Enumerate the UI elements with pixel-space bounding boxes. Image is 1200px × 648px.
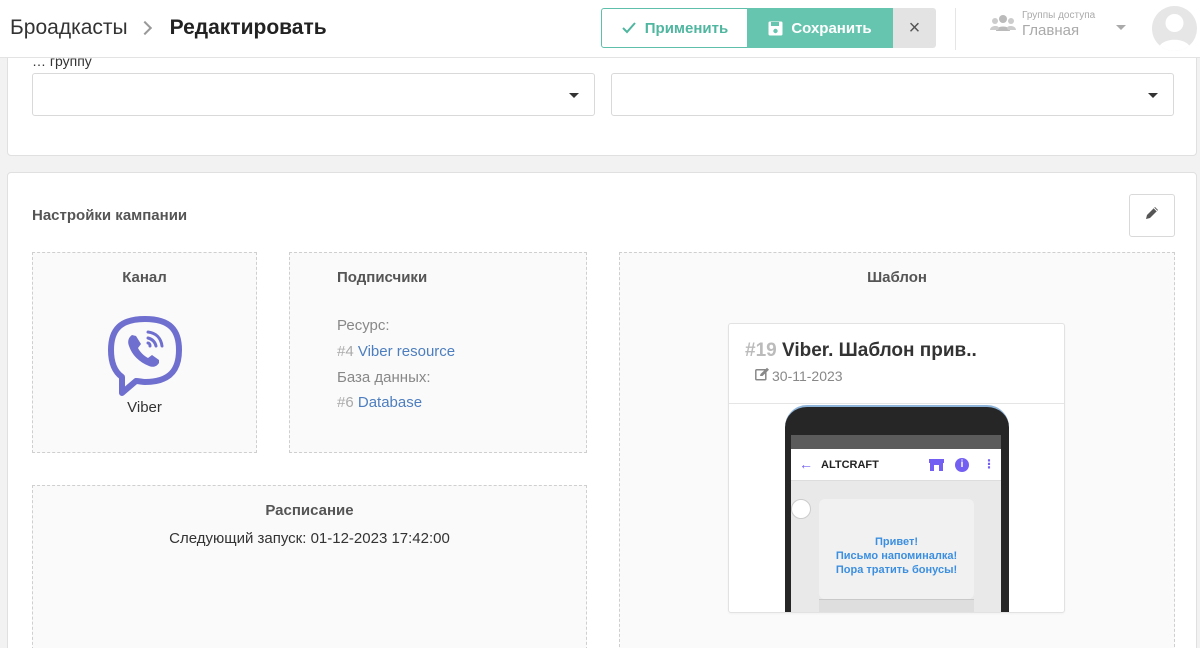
schedule-box: Расписание Следующий запуск: 01-12-2023 … — [32, 485, 587, 648]
access-group-value: Главная — [1022, 22, 1080, 39]
check-icon — [621, 21, 637, 35]
caret-down-icon[interactable] — [1116, 25, 1126, 30]
caret-down-icon — [1148, 93, 1158, 98]
section-title: Настройки кампании — [32, 207, 188, 224]
template-name-row: #19 Viber. Шаблон прив.. — [745, 340, 977, 362]
access-group-selector[interactable]: Группы доступа Главная — [990, 10, 1095, 40]
phone-chat-header: ← ALTCRAFT i ⋮ — [791, 449, 1001, 481]
pencil-icon — [1144, 205, 1160, 226]
divider — [729, 403, 1064, 404]
resource-row: #4 Viber resource — [337, 343, 455, 360]
header-divider — [955, 8, 956, 50]
viber-icon — [106, 315, 184, 402]
next-run-text: Следующий запуск: 01-12-2023 17:42:00 — [169, 530, 450, 547]
phone-status-bar — [791, 435, 1001, 449]
close-button[interactable]: × — [893, 8, 936, 48]
chevron-right-icon — [137, 20, 152, 36]
database-label: База данных: — [337, 369, 431, 386]
phone-sender-name: ALTCRAFT — [821, 459, 879, 471]
message-line: Привет! — [874, 536, 919, 548]
template-date-row: 30-11-2023 — [755, 367, 843, 384]
channel-box: Канал Viber — [32, 252, 257, 453]
select-left[interactable] — [32, 73, 595, 116]
resource-link[interactable]: Viber resource — [358, 343, 455, 360]
save-button[interactable]: Сохранить — [747, 8, 893, 48]
breadcrumb-broadcasts[interactable]: Броадкасты — [10, 16, 128, 40]
access-group-caption: Группы доступа — [1022, 10, 1096, 21]
phone-preview: ← ALTCRAFT i ⋮ Привет! Письмо напоминалк… — [785, 405, 1009, 612]
save-button-label: Сохранить — [791, 19, 872, 37]
resource-id: #4 — [337, 343, 354, 360]
caret-down-icon — [569, 93, 579, 98]
template-name: Viber. Шаблон прив.. — [781, 340, 977, 361]
subscribers-title: Подписчики — [337, 269, 428, 286]
avatar[interactable] — [1152, 6, 1197, 51]
breadcrumb: Броадкасты Редактировать — [10, 16, 327, 40]
message-line: Пора тратить бонусы! — [835, 564, 958, 576]
template-box: Шаблон #19 Viber. Шаблон прив.. 30-11-20… — [619, 252, 1175, 648]
channel-title: Канал — [122, 269, 167, 286]
more-vertical-icon: ⋮ — [983, 457, 995, 471]
phone-screen: ← ALTCRAFT i ⋮ Привет! Письмо напоминалк… — [791, 435, 1001, 612]
template-id: #19 — [745, 340, 777, 361]
edit-button[interactable] — [1129, 194, 1175, 237]
top-header: Броадкасты Редактировать Применить Сохра… — [0, 0, 1200, 58]
template-card[interactable]: #19 Viber. Шаблон прив.. 30-11-2023 ← AL… — [728, 323, 1065, 613]
database-link[interactable]: Database — [358, 394, 422, 411]
close-icon: × — [908, 16, 921, 39]
apply-button[interactable]: Применить — [601, 8, 748, 48]
apply-button-label: Применить — [644, 19, 729, 37]
resource-label: Ресурс: — [337, 317, 390, 334]
message-bubble: Привет! Письмо напоминалка! Пора тратить… — [819, 499, 974, 599]
select-right[interactable] — [611, 73, 1174, 116]
campaign-settings-card: Настройки кампании Канал Viber Подписчик… — [7, 172, 1197, 648]
template-title: Шаблон — [867, 269, 927, 286]
avatar-placeholder — [791, 499, 811, 519]
database-id: #6 — [337, 394, 354, 411]
page-title: Редактировать — [169, 16, 327, 39]
arrow-left-icon: ← — [799, 456, 813, 472]
users-group-icon — [990, 13, 1016, 38]
template-date: 30-11-2023 — [772, 367, 843, 384]
schedule-title: Расписание — [265, 502, 354, 519]
floppy-disk-icon — [768, 21, 783, 36]
message-line: Письмо напоминалка! — [835, 550, 958, 562]
edit-square-icon — [755, 367, 772, 384]
store-icon — [929, 458, 944, 476]
message-button — [819, 599, 974, 612]
database-row: #6 Database — [337, 394, 422, 411]
message-text: Привет! Письмо напоминалка! Пора тратить… — [819, 535, 974, 577]
channel-name: Viber — [127, 399, 162, 416]
info-icon: i — [955, 458, 969, 472]
subscribers-box: Подписчики Ресурс: #4 Viber resource Баз… — [289, 252, 587, 453]
